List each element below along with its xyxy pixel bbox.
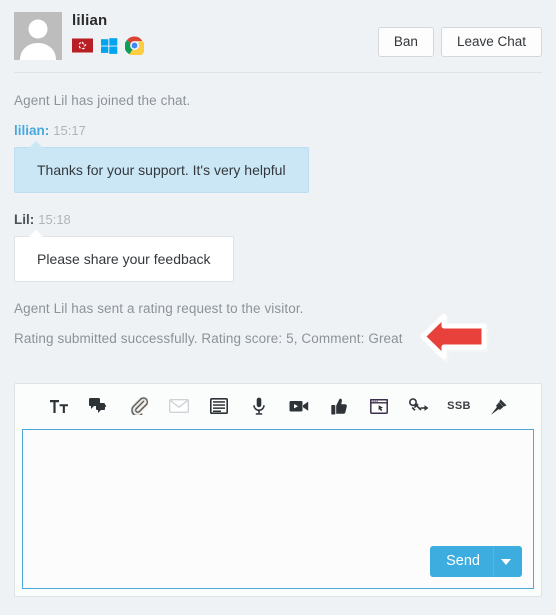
screen-share-icon[interactable] — [359, 391, 399, 421]
system-message: Agent Lil has joined the chat. — [14, 93, 191, 108]
message-header: Lil: 15:18 — [14, 211, 542, 229]
ssb-icon[interactable]: SSB — [439, 391, 479, 421]
system-message-rating-request: Agent Lil has sent a rating request to t… — [14, 301, 304, 316]
header-divider — [14, 72, 542, 73]
message-timestamp: 15:17 — [53, 123, 86, 138]
message-header: lilian: 15:17 — [14, 122, 542, 140]
message-editor-wrapper[interactable]: Send — [22, 429, 534, 589]
chat-transcript: Agent Lil has joined the chat. lilian: 15… — [0, 80, 556, 380]
send-options-dropdown-button[interactable] — [493, 546, 522, 577]
visitor-badges — [72, 36, 144, 55]
windows-logo-icon — [101, 37, 118, 54]
send-button[interactable]: Send — [430, 546, 493, 577]
message-bubble: Please share your feedback — [14, 229, 234, 282]
email-transcript-icon[interactable] — [159, 391, 199, 421]
message-agent: Lil: 15:18 Please share your feedback — [14, 211, 542, 296]
message-visitor: lilian: 15:17 Thanks for your support. It… — [14, 122, 542, 207]
visitor-name: lilian — [72, 12, 108, 29]
google-chrome-icon — [125, 36, 144, 55]
message-bubble: Thanks for your support. It's very helpf… — [14, 140, 309, 193]
ssb-label: SSB — [447, 400, 471, 412]
composer-toolbar: SSB — [15, 384, 541, 428]
thumbs-up-icon[interactable] — [319, 391, 359, 421]
leave-chat-button[interactable]: Leave Chat — [440, 27, 542, 57]
pin-icon[interactable] — [479, 391, 519, 421]
video-call-icon[interactable] — [279, 391, 319, 421]
ban-button[interactable]: Ban — [377, 27, 434, 57]
notes-icon[interactable] — [199, 391, 239, 421]
live-chat-panel: lilian Ban Leave Chat Agent Lil has join… — [0, 0, 556, 615]
attachment-paperclip-icon[interactable] — [119, 391, 159, 421]
user-placeholder-avatar-icon — [14, 12, 62, 60]
text-format-icon[interactable] — [39, 391, 79, 421]
canned-response-icon[interactable] — [79, 391, 119, 421]
chevron-down-icon — [501, 558, 511, 565]
microphone-icon[interactable] — [239, 391, 279, 421]
hong-kong-flag-icon — [72, 38, 93, 53]
message-composer: SSB Send — [14, 383, 542, 597]
avatar — [14, 12, 62, 60]
message-author: lilian: — [14, 123, 50, 138]
visitor-meta: lilian — [72, 12, 144, 55]
message-timestamp: 15:18 — [38, 212, 71, 227]
message-author: Lil: — [14, 212, 35, 227]
chat-header: lilian Ban Leave Chat — [0, 0, 556, 72]
header-actions: Ban Leave Chat — [377, 27, 542, 57]
co-browse-icon[interactable] — [399, 391, 439, 421]
system-message-rating-result: Rating submitted successfully. Rating sc… — [14, 331, 403, 346]
send-button-group: Send — [430, 546, 522, 577]
